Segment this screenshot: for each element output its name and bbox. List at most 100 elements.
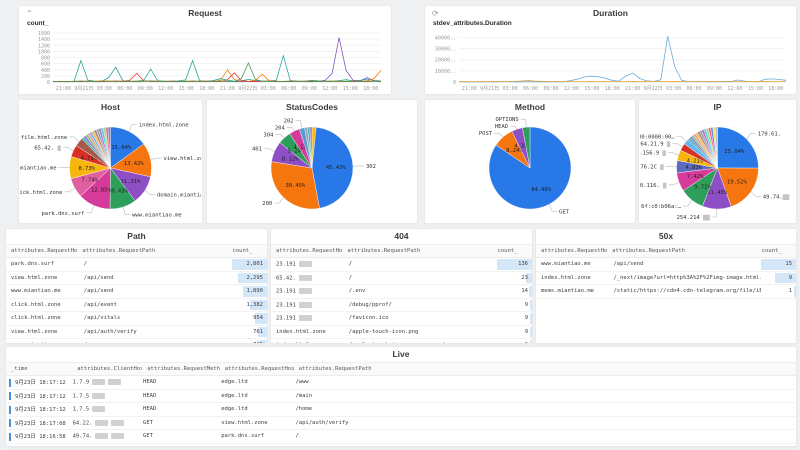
- column-header: count_: [757, 248, 796, 254]
- count-value: 715: [253, 339, 263, 344]
- host-pie-chart[interactable]: 15.04%13.42%11.31%10.43%12.85%7.74%8.73%…: [20, 114, 201, 222]
- svg-text:9月22日: 9月22日: [238, 86, 257, 92]
- svg-text:HEAD: HEAD: [495, 124, 508, 130]
- svg-text:GET: GET: [559, 209, 570, 215]
- table-header-row: attributes.RequestHostattributes.Request…: [6, 244, 267, 258]
- svg-text:09:00: 09:00: [302, 86, 317, 92]
- table-row[interactable]: 23.191/debug/pprof/9: [271, 299, 532, 313]
- path-cell: /: [79, 342, 232, 344]
- ip-pie-chart[interactable]: 25.04%19.52%11.43%9.71%7.42%4.83%4.21%ca…: [640, 114, 795, 222]
- refresh-icon[interactable]: ⟳: [432, 9, 439, 18]
- count-value: 136: [518, 258, 528, 271]
- path-cell: /favicon.ico: [344, 315, 497, 321]
- client-cell: 1.7.5: [68, 406, 138, 413]
- table-row[interactable]: click.html.zone/api/vitals954: [6, 312, 267, 326]
- svg-text:1600: 1600: [38, 31, 50, 37]
- redacted-block: [92, 379, 105, 385]
- svg-text:8.73%: 8.73%: [78, 166, 95, 172]
- live-row[interactable]: 9月23日 18:17:121.7.5HEADedge.ltd/home: [6, 403, 796, 417]
- panel-method: Method 84.46%8.24%4.35%OPTIONSHEADPOSTGE…: [424, 99, 636, 224]
- method-pie-chart[interactable]: 84.46%8.24%4.35%OPTIONSHEADPOSTGET: [426, 114, 634, 222]
- path-cell: /api/send: [79, 275, 232, 281]
- host-cell: mems.miantiao.me: [536, 288, 609, 294]
- svg-text:21:00: 21:00: [56, 86, 71, 92]
- table-row[interactable]: 23.191/favicon.ico9: [271, 312, 532, 326]
- table-row[interactable]: click.html.zone/api/event1,382: [6, 299, 267, 313]
- column-header: attributes.RequestHost: [6, 248, 77, 254]
- svg-text:12.85%: 12.85%: [91, 188, 112, 194]
- panel-title-duration: Duration: [425, 6, 796, 21]
- 404-table: attributes.RequestHostattributes.Request…: [271, 244, 532, 343]
- svg-text:12:00: 12:00: [158, 86, 173, 92]
- svg-text:15:00: 15:00: [584, 86, 599, 92]
- count-value: 1,890: [246, 285, 263, 298]
- path-cell: /debug/pprof/: [344, 302, 497, 308]
- chart-svg: 0200400600800100012001400160021:009月21日0…: [21, 29, 389, 93]
- series-line: [53, 63, 381, 82]
- table-row[interactable]: www.miantiao.me/api/send1,890: [6, 285, 267, 299]
- table-row[interactable]: www.miantiao.me/api/send15: [536, 258, 796, 272]
- count-value: 1: [789, 285, 792, 298]
- svg-text:21:00: 21:00: [462, 86, 477, 92]
- count-value: 9: [525, 312, 528, 325]
- column-header: attributes.ClientHost: [72, 366, 142, 372]
- dashboard: ⌃ Request count_ 02004006008001000120014…: [0, 0, 800, 450]
- request-line-chart[interactable]: 0200400600800100012001400160021:009月21日0…: [21, 29, 389, 93]
- statuscodes-pie-chart[interactable]: 45.43%30.45%8.12%5.24%4.15%2022043044012…: [208, 114, 416, 222]
- live-row[interactable]: 9月23日 18:17:121.7.5HEADedge.ltd/main: [6, 390, 796, 404]
- duration-line-chart[interactable]: 010000..20000..30000..40000..21:009月21日0…: [427, 29, 794, 93]
- count-value: 954: [253, 312, 263, 325]
- table-row[interactable]: index.html.zone/apple-touch-icon-precomp…: [271, 339, 532, 344]
- svg-text:18:00: 18:00: [363, 86, 378, 92]
- svg-text:09:00: 09:00: [707, 86, 722, 92]
- table-row[interactable]: mems.miantiao.me/static/https://cdn4.cdn…: [536, 285, 796, 299]
- redacted-block: [95, 420, 108, 426]
- count-cell: 15: [761, 258, 796, 271]
- redacted-block: [299, 261, 312, 267]
- table-row[interactable]: 23.191/136: [271, 258, 532, 272]
- panel-title-request: Request: [19, 6, 391, 21]
- count-cell: 2,295: [232, 272, 267, 285]
- svg-text:401: 401: [252, 146, 262, 152]
- panel-statuscodes: StatusCodes 45.43%30.45%8.12%5.24%4.15%2…: [206, 99, 418, 224]
- svg-text:64.21.9 ▇: 64.21.9 ▇: [640, 140, 671, 147]
- count-bar: [530, 340, 532, 344]
- method-cell: HEAD: [138, 379, 216, 385]
- table-row[interactable]: 23.191/.env14: [271, 285, 532, 299]
- svg-text:03:00: 03:00: [666, 86, 681, 92]
- column-header: attributes.RequestMethod: [142, 366, 220, 372]
- path-cell: /.env: [344, 288, 497, 294]
- count-bar: [775, 273, 796, 284]
- svg-text:15.04%: 15.04%: [111, 145, 132, 151]
- live-row[interactable]: 9月23日 18:17:121.7.9HEADedge.ltd/www: [6, 376, 796, 390]
- panel-title-ip: IP: [639, 100, 796, 115]
- path-cell: /: [344, 261, 497, 267]
- count-value: 9: [525, 339, 528, 344]
- host-cell: mems.miantiao.me: [6, 342, 79, 344]
- table-header-row: _timeattributes.ClientHostattributes.Req…: [6, 362, 796, 376]
- table-row[interactable]: mems.miantiao.me/ 715: [6, 339, 267, 344]
- redacted-block: [92, 406, 105, 412]
- request-path-cell: /: [290, 433, 796, 439]
- live-row[interactable]: 9月23日 18:17:0864.22.GETview.html.zone/ap…: [6, 417, 796, 431]
- collapse-icon[interactable]: ⌃: [26, 9, 33, 18]
- table-row[interactable]: park.dns.surf/2,801: [6, 258, 267, 272]
- svg-text:click.html.zone: click.html.zone: [20, 190, 62, 196]
- series-line: [459, 80, 786, 81]
- table-row[interactable]: index.html.zone/_next/image?url=http%3A%…: [536, 272, 796, 286]
- table-row[interactable]: view.html.zone/api/send2,295: [6, 272, 267, 286]
- table-row[interactable]: index.html.zone/apple-touch-icon.png9: [271, 326, 532, 340]
- redacted-block: [299, 302, 312, 308]
- count-value: 1,382: [246, 299, 263, 312]
- svg-text:304: 304: [263, 132, 274, 138]
- svg-text:06:00: 06:00: [281, 86, 296, 92]
- table-row[interactable]: view.html.zone/api/auth/verify761: [6, 326, 267, 340]
- column-header: attributes.RequestPath: [607, 248, 757, 254]
- count-value: 2,801: [246, 258, 263, 271]
- svg-text:84.46%: 84.46%: [531, 187, 552, 193]
- count-bar: [530, 300, 532, 311]
- count-value: 23: [521, 272, 528, 285]
- count-cell: 2,801: [232, 258, 267, 271]
- live-row[interactable]: 9月23日 18:16:5849.74.GETpark.dns.surf/: [6, 430, 796, 444]
- table-row[interactable]: 65.42./23: [271, 272, 532, 286]
